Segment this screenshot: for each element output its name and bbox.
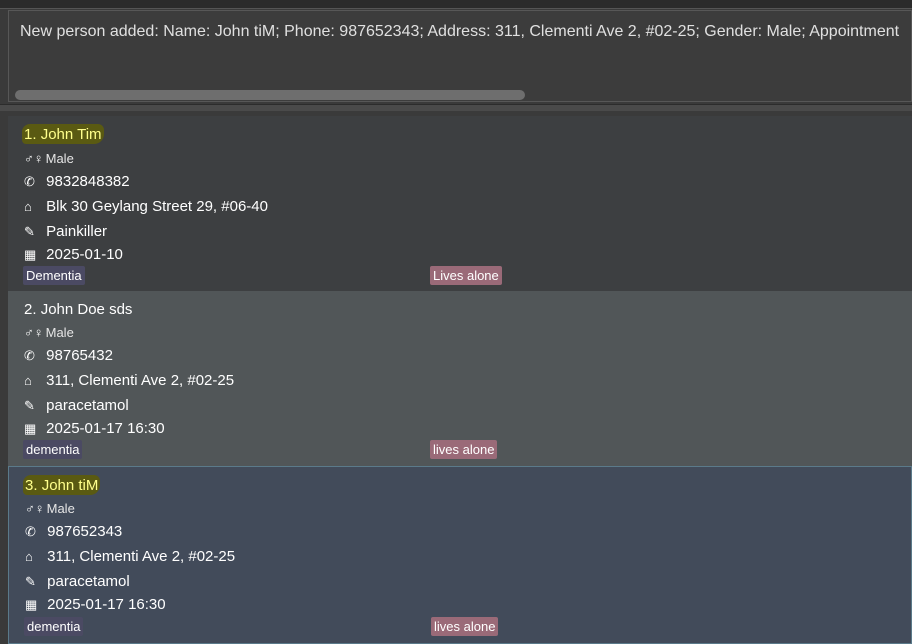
tag-badge: Dementia [23,266,85,285]
gender-value: Male [46,501,75,516]
scrollbar-thumb[interactable] [15,90,525,100]
home-icon: ⌂ [24,373,32,388]
pill-icon: ✎ [24,398,35,413]
person-index: 2. [24,301,37,318]
person-card[interactable]: 1. John Tim ♂♀ Male ✆ 9832848382 ⌂ Blk 3… [8,116,912,291]
appointment-value: 2025-01-10 [46,246,123,263]
medicine-value: paracetamol [47,573,130,590]
calendar-icon: ▦ [25,597,38,612]
person-card[interactable]: 2. John Doe sds ♂♀ Male ✆ 98765432 ⌂ 311… [8,291,912,466]
gender-icon: ♂♀ [24,325,44,340]
address-row: ⌂ Blk 30 Geylang Street 29, #06-40 [24,198,268,215]
tag-badge: Lives alone [430,266,502,285]
medicine-row: ✎ paracetamol [25,573,130,590]
person-name-text: John Tim [40,126,102,143]
appointment-row: ▦ 2025-01-10 [24,246,123,263]
horizontal-scrollbar[interactable] [9,87,911,101]
split-divider[interactable] [0,104,912,111]
phone-row: ✆ 9832848382 [24,173,130,190]
person-index: 1. [24,126,37,143]
person-index: 3. [25,477,38,494]
pill-icon: ✎ [25,574,36,589]
tag-badge: lives alone [430,440,498,459]
pill-icon: ✎ [24,224,35,239]
gender-icon: ♂♀ [25,501,45,516]
person-list[interactable]: 1. John Tim ♂♀ Male ✆ 9832848382 ⌂ Blk 3… [8,116,912,644]
gender-row: ♂♀ Male [25,501,75,516]
medicine-row: ✎ paracetamol [24,397,129,414]
gender-icon: ♂♀ [24,151,44,166]
tag-badge: dementia [24,617,84,636]
person-card[interactable]: 3. John tiM ♂♀ Male ✆ 987652343 ⌂ 311, C… [8,466,912,644]
appointment-value: 2025-01-17 16:30 [46,420,165,437]
top-strip [0,0,912,9]
address-value: Blk 30 Geylang Street 29, #06-40 [46,198,268,215]
phone-icon: ✆ [24,348,35,363]
gender-value: Male [45,325,74,340]
gender-value: Male [45,151,74,166]
person-name: 2. John Doe sds [22,299,134,319]
phone-row: ✆ 987652343 [25,523,122,540]
calendar-icon: ▦ [24,421,37,436]
person-name: 3. John tiM [23,475,101,495]
home-icon: ⌂ [25,549,33,564]
phone-value: 987652343 [47,523,123,540]
person-name-text: John tiM [41,477,99,494]
gender-row: ♂♀ Male [24,325,74,340]
address-value: 311, Clementi Ave 2, #02-25 [47,548,236,565]
result-message: New person added: Name: John tiM; Phone:… [20,23,900,40]
medicine-value: Painkiller [46,223,108,240]
address-row: ⌂ 311, Clementi Ave 2, #02-25 [25,548,235,565]
appointment-row: ▦ 2025-01-17 16:30 [25,596,166,613]
tag-badge: lives alone [431,617,499,636]
person-name: 1. John Tim [22,124,104,144]
appointment-row: ▦ 2025-01-17 16:30 [24,420,165,437]
phone-value: 98765432 [46,347,113,364]
home-icon: ⌂ [24,199,32,214]
medicine-row: ✎ Painkiller [24,223,107,240]
medicine-value: paracetamol [46,397,129,414]
gender-row: ♂♀ Male [24,151,74,166]
phone-value: 9832848382 [46,173,130,190]
phone-icon: ✆ [25,524,36,539]
address-value: 311, Clementi Ave 2, #02-25 [46,372,235,389]
phone-row: ✆ 98765432 [24,347,113,364]
tag-badge: dementia [23,440,83,459]
result-display: New person added: Name: John tiM; Phone:… [8,10,912,102]
calendar-icon: ▦ [24,247,37,262]
phone-icon: ✆ [24,174,35,189]
appointment-value: 2025-01-17 16:30 [47,596,166,613]
person-name-text: John Doe sds [40,301,133,318]
address-row: ⌂ 311, Clementi Ave 2, #02-25 [24,372,234,389]
